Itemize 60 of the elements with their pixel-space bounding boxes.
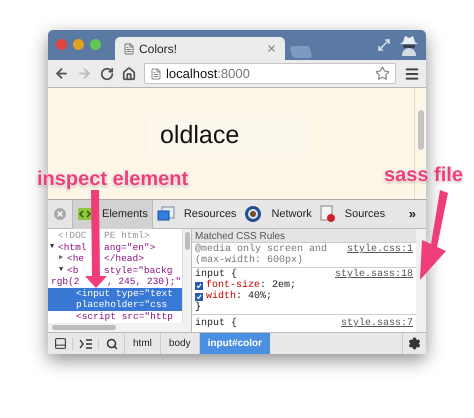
browser-tab[interactable]: Colors! <box>115 37 285 60</box>
code-icon <box>77 206 93 222</box>
dom-text: ang="en"> <box>104 242 156 253</box>
dom-text: <he <box>67 253 86 264</box>
css-declaration: font-size: 2em; <box>206 280 296 291</box>
css-selector: @media only screen and <box>195 244 328 255</box>
source-link[interactable]: style.sass:7 <box>340 318 413 329</box>
globe-icon <box>244 205 262 223</box>
devtools-tab[interactable]: Elements <box>72 200 153 228</box>
devtools-tab[interactable]: Resources <box>152 200 240 228</box>
dom-text: , 245, 230);" <box>107 276 182 288</box>
url-text: localhost:8000 <box>166 64 251 83</box>
dom-text: <html <box>58 242 88 253</box>
dom-text: </head> <box>104 253 144 264</box>
close-icon <box>56 210 64 218</box>
back-button[interactable] <box>54 66 69 81</box>
search-icon[interactable] <box>106 338 118 350</box>
dom-text: <script src="http <box>76 310 173 322</box>
dock-icon[interactable] <box>54 337 66 350</box>
property-checkbox[interactable] <box>195 282 203 290</box>
dom-text: style="backg <box>104 264 172 276</box>
console-icon[interactable] <box>78 338 92 350</box>
closing-brace: } <box>195 302 202 313</box>
dom-line[interactable]: <script src="http <box>48 310 182 322</box>
dom-text: rgb(2 <box>51 276 81 288</box>
css-selector: input { <box>195 269 238 280</box>
dom-text: placeholder="css <box>76 299 168 310</box>
incognito-icon <box>398 34 420 56</box>
dom-text: PE html> <box>104 230 150 242</box>
document-icon <box>320 205 336 223</box>
bookmark-star-icon[interactable] <box>375 66 390 81</box>
annotation-label: inspect element <box>37 167 188 192</box>
page-icon <box>150 68 162 80</box>
swatch-text: oldlace <box>160 120 240 152</box>
home-button[interactable] <box>122 66 136 80</box>
dom-text: <input type="text <box>76 288 173 299</box>
styles-header: Matched CSS Rules <box>192 229 416 243</box>
close-tab-icon[interactable] <box>266 43 277 54</box>
breadcrumb[interactable]: html <box>124 333 160 354</box>
settings-icon[interactable] <box>408 337 421 350</box>
dom-text: <!DOC <box>58 230 88 242</box>
property-checkbox[interactable] <box>195 292 203 300</box>
menu-button[interactable] <box>404 66 420 82</box>
page-icon <box>123 42 135 54</box>
tab-title: Colors! <box>139 40 178 58</box>
devtools-tab[interactable]: Sources <box>316 200 390 228</box>
reload-button[interactable] <box>100 66 114 80</box>
fullscreen-icon[interactable] <box>378 39 390 51</box>
dom-line[interactable]: rgb(2 , 245, 230);" <box>48 276 182 288</box>
css-declaration: width: 40%; <box>206 291 272 302</box>
dom-text: <b <box>67 264 80 276</box>
css-selector: (max-width: 600px) <box>195 255 304 266</box>
source-link[interactable]: style.css:1 <box>346 244 413 255</box>
address-bar[interactable]: localhost:8000 <box>144 63 396 84</box>
annotation-label: sass file <box>384 163 463 188</box>
css-selector: input { <box>195 318 238 329</box>
more-tabs-button[interactable]: » <box>408 204 416 224</box>
source-link[interactable]: style.sass:18 <box>334 269 413 280</box>
devtools-tab[interactable]: Network <box>240 200 316 228</box>
windows-icon <box>156 206 175 222</box>
